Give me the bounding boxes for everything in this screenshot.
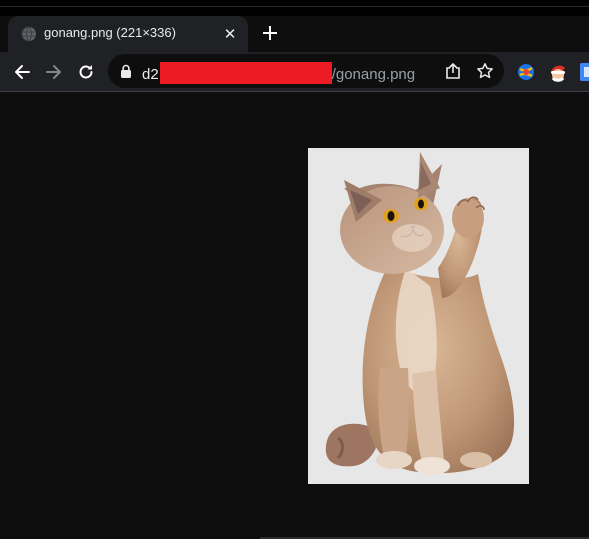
star-icon [477,63,493,79]
share-button[interactable] [442,60,464,82]
tab-close-button[interactable]: ✕ [220,24,240,44]
url-text: d2/gonang.png [142,62,415,84]
url-path: /gonang.png [331,66,416,83]
extension-google-icon[interactable] [580,62,589,82]
new-tab-button[interactable] [258,21,282,45]
url-host: d2 [142,66,159,83]
tab-gonang[interactable]: gonang.png (221×336) ✕ [8,16,248,52]
globe-icon [21,26,36,42]
reload-button[interactable] [72,58,100,86]
plus-icon [263,26,277,40]
cat-photo [325,152,515,475]
share-icon [446,62,460,79]
toolbar-divider [0,91,589,92]
lock-icon[interactable] [120,64,132,78]
arrow-right-icon [46,65,61,79]
toolbar: d2/gonang.png [0,52,589,91]
back-button[interactable] [8,58,36,86]
extension-santa-icon[interactable] [548,62,568,82]
arrow-left-icon [15,65,30,79]
window-top-strip [0,0,589,16]
reload-icon [79,65,93,79]
forward-button[interactable] [40,58,68,86]
redaction-block [159,62,332,84]
cat-image [308,148,529,484]
bookmark-button[interactable] [474,60,496,82]
window-top-divider [0,6,589,7]
address-bar[interactable]: d2/gonang.png [108,54,504,88]
extension-ball-icon[interactable] [516,62,536,82]
tab-title: gonang.png (221×336) [44,25,176,40]
